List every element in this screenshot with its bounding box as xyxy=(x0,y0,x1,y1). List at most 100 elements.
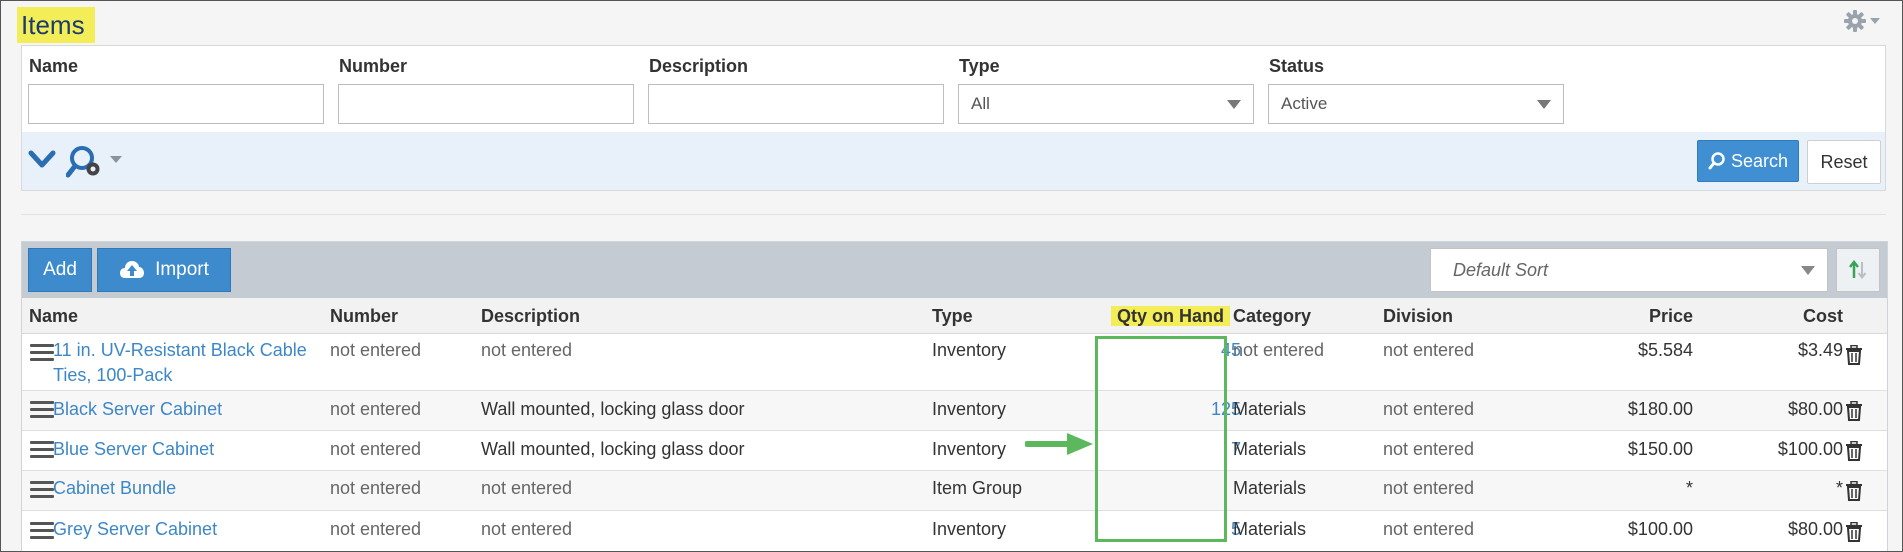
filter-name-label: Name xyxy=(29,56,79,76)
column-header-qty-on-hand[interactable]: Qty on Hand xyxy=(1111,298,1249,334)
item-number: not entered xyxy=(330,439,422,459)
item-description: not entered xyxy=(481,478,573,498)
filter-panel: Name Number Description Type All Status … xyxy=(21,45,1886,191)
search-button-label: Search xyxy=(1730,150,1789,171)
trash-icon[interactable] xyxy=(1845,401,1863,421)
item-cost: $80.00 xyxy=(1787,519,1843,539)
column-header-price[interactable]: Price xyxy=(1593,298,1693,334)
items-window: Items Name Number Description Type All S… xyxy=(0,0,1903,552)
sort-direction-button[interactable] xyxy=(1836,248,1880,292)
item-number: not entered xyxy=(330,519,422,539)
divider xyxy=(21,214,1886,215)
table-row[interactable]: Grey Server Cabinet not entered not ente… xyxy=(22,511,1887,551)
table-row[interactable]: Cabinet Bundle not entered not entered I… xyxy=(22,471,1887,511)
item-description: Wall mounted, locking glass door xyxy=(481,439,745,459)
import-button[interactable]: Import xyxy=(97,248,231,292)
item-qty[interactable]: 7 xyxy=(1133,437,1241,462)
item-name-link[interactable]: Black Server Cabinet xyxy=(53,397,222,422)
item-type: Inventory xyxy=(932,340,1007,360)
item-division: not entered xyxy=(1383,399,1475,419)
drag-handle-icon[interactable] xyxy=(30,481,54,499)
chevron-down-icon xyxy=(1537,100,1551,109)
item-description: Wall mounted, locking glass door xyxy=(481,399,745,419)
item-price: $150.00 xyxy=(1627,439,1693,459)
item-type: Inventory xyxy=(932,519,1007,539)
item-price: $180.00 xyxy=(1627,399,1693,419)
trash-icon[interactable] xyxy=(1845,481,1863,501)
item-name-line: Ties, 100-Pack xyxy=(53,365,173,385)
number-filter-input[interactable] xyxy=(338,84,634,124)
settings-menu[interactable] xyxy=(1843,9,1880,33)
items-grid: Add Import Default Sort Name Number Desc… xyxy=(21,241,1888,551)
item-cost: * xyxy=(1835,478,1843,498)
trash-icon[interactable] xyxy=(1845,522,1863,542)
add-button[interactable]: Add xyxy=(28,248,92,292)
search-button[interactable]: Search xyxy=(1697,140,1799,182)
type-filter-select[interactable]: All xyxy=(958,84,1254,124)
table-row[interactable]: Blue Server Cabinet not entered Wall mou… xyxy=(22,431,1887,471)
item-price: * xyxy=(1685,478,1693,498)
column-header-qty-label: Qty on Hand xyxy=(1111,306,1230,326)
item-category: not entered xyxy=(1233,340,1325,360)
item-number: not entered xyxy=(330,340,422,360)
item-type: Inventory xyxy=(932,399,1007,419)
item-type: Inventory xyxy=(932,439,1007,459)
chevron-down-icon xyxy=(1870,18,1880,24)
cloud-upload-icon xyxy=(120,261,145,278)
item-price: $5.584 xyxy=(1637,340,1693,360)
status-filter-select[interactable]: Active xyxy=(1268,84,1564,124)
table-row[interactable]: 11 in. UV-Resistant Black Cable Ties, 10… xyxy=(22,334,1887,391)
drag-handle-icon[interactable] xyxy=(30,401,54,419)
collapse-chevron-icon[interactable] xyxy=(28,148,56,170)
column-header-description[interactable]: Description xyxy=(481,298,580,334)
table-row[interactable]: Black Server Cabinet not entered Wall mo… xyxy=(22,391,1887,431)
search-settings-icon[interactable] xyxy=(66,144,106,180)
trash-icon[interactable] xyxy=(1845,441,1863,461)
type-filter-value: All xyxy=(971,94,990,113)
item-name-link[interactable]: 11 in. UV-Resistant Black Cable Ties, 10… xyxy=(53,338,307,388)
item-name-line: 11 in. UV-Resistant Black Cable xyxy=(53,340,307,360)
item-qty[interactable]: 125 xyxy=(1133,397,1241,422)
drag-handle-icon[interactable] xyxy=(30,441,54,459)
sort-select-value: Default Sort xyxy=(1453,260,1549,280)
item-name-link[interactable]: Cabinet Bundle xyxy=(53,476,176,501)
column-header-category[interactable]: Category xyxy=(1233,298,1311,334)
filter-description-label: Description xyxy=(649,56,749,76)
column-header-type[interactable]: Type xyxy=(932,298,973,334)
name-filter-input[interactable] xyxy=(28,84,324,124)
status-filter-value: Active xyxy=(1281,94,1328,113)
filter-status-label: Status xyxy=(1269,56,1325,76)
item-qty[interactable]: 45 xyxy=(1133,338,1241,363)
search-icon xyxy=(1708,152,1725,170)
item-category: Materials xyxy=(1233,399,1307,419)
item-category: Materials xyxy=(1233,439,1307,459)
item-cost: $3.49 xyxy=(1797,340,1843,360)
sort-select[interactable]: Default Sort xyxy=(1430,248,1828,292)
grid-toolbar: Add Import Default Sort xyxy=(22,242,1887,298)
item-division: not entered xyxy=(1383,439,1475,459)
column-header-division[interactable]: Division xyxy=(1383,298,1453,334)
description-filter-input[interactable] xyxy=(648,84,944,124)
annotation-arrow-icon xyxy=(1025,433,1093,455)
item-cost: $80.00 xyxy=(1787,399,1843,419)
item-name-link[interactable]: Blue Server Cabinet xyxy=(53,437,214,462)
item-description: not entered xyxy=(481,519,573,539)
gear-icon xyxy=(1844,10,1866,32)
filter-number-label: Number xyxy=(339,56,408,76)
item-qty[interactable]: 5 xyxy=(1133,517,1241,542)
item-division: not entered xyxy=(1383,340,1475,360)
page-title: Items xyxy=(17,7,95,43)
item-category: Materials xyxy=(1233,519,1307,539)
trash-icon[interactable] xyxy=(1845,345,1863,365)
column-header-number[interactable]: Number xyxy=(330,298,398,334)
reset-button[interactable]: Reset xyxy=(1807,140,1881,184)
search-options-caret-icon[interactable] xyxy=(110,156,122,163)
drag-handle-icon[interactable] xyxy=(30,344,54,362)
item-division: not entered xyxy=(1383,519,1475,539)
column-header-name[interactable]: Name xyxy=(29,298,78,334)
column-header-cost[interactable]: Cost xyxy=(1743,298,1843,334)
import-button-label: Import xyxy=(155,259,209,280)
item-cost: $100.00 xyxy=(1777,439,1843,459)
item-name-link[interactable]: Grey Server Cabinet xyxy=(53,517,217,542)
drag-handle-icon[interactable] xyxy=(30,522,54,540)
